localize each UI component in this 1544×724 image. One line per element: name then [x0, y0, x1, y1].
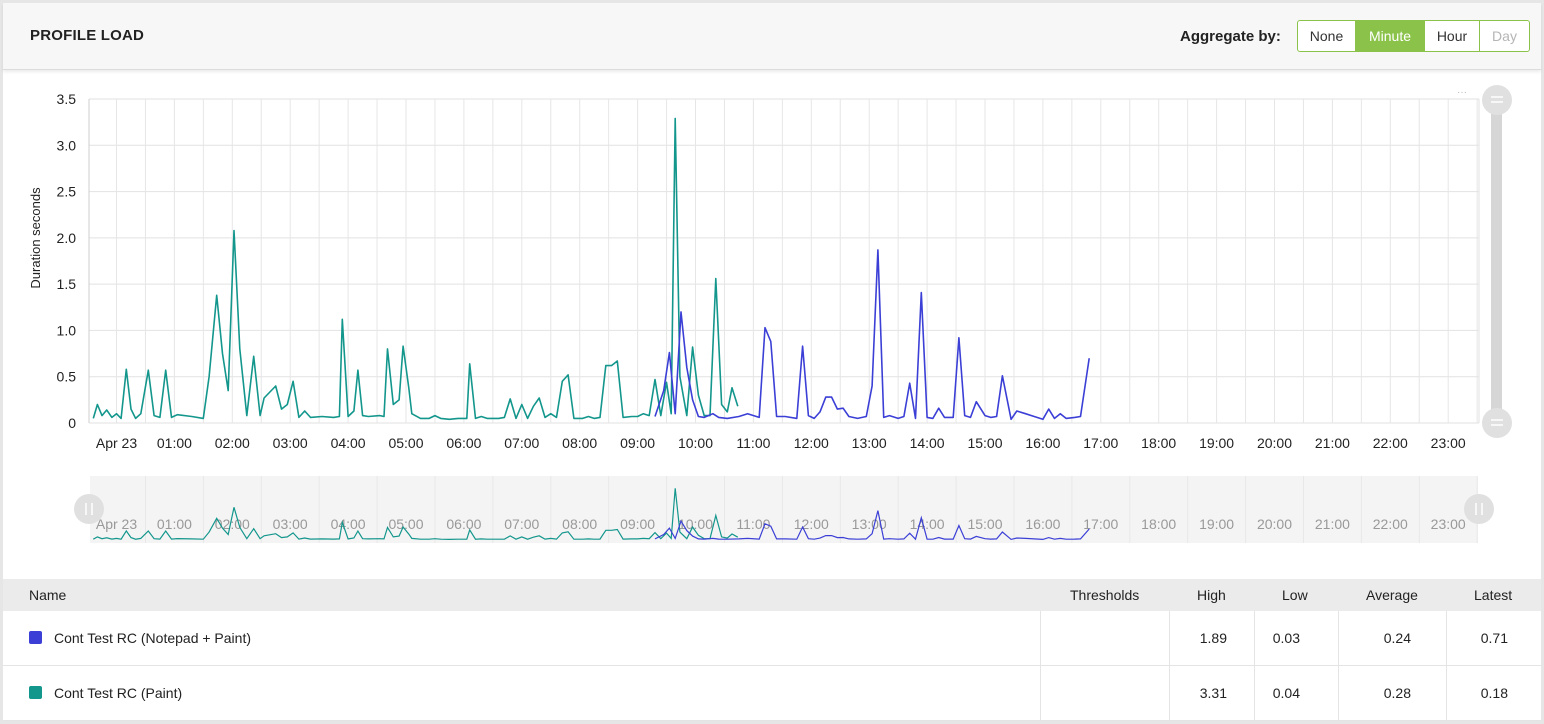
x-tick-label: 06:00	[446, 435, 481, 451]
x-tick-label: 16:00	[1025, 435, 1060, 451]
panel-header: PROFILE LOAD Aggregate by: None Minute H…	[3, 3, 1541, 70]
series-line	[654, 249, 1090, 421]
navigator-tick-label: 07:00	[504, 516, 539, 532]
x-tick-label: 11:00	[736, 435, 770, 451]
x-tick-label: Apr 23	[96, 435, 137, 451]
x-tick-label: 10:00	[678, 435, 713, 451]
y-axis-label: Duration seconds	[28, 187, 43, 289]
series-stats-table: Name Thresholds High Low Average Latest …	[3, 579, 1541, 721]
high-value: 3.31	[1199, 685, 1227, 701]
x-tick-label: 09:00	[620, 435, 655, 451]
more-options-icon[interactable]: ···	[1457, 87, 1467, 98]
navigator-tick-label: 23:00	[1431, 516, 1466, 532]
x-tick-label: 08:00	[562, 435, 597, 451]
x-tick-label: 19:00	[1199, 435, 1234, 451]
y-tick-label: 0.5	[57, 369, 77, 385]
x-tick-label: 03:00	[273, 435, 308, 451]
series-line	[92, 117, 739, 421]
series-color-swatch	[29, 686, 42, 699]
col-high-header[interactable]: High	[1197, 587, 1226, 603]
x-tick-label: 12:00	[794, 435, 829, 451]
navigator-right-handle[interactable]	[1464, 494, 1494, 524]
series-color-swatch	[29, 631, 42, 644]
col-latest-header[interactable]: Latest	[1474, 587, 1512, 603]
navigator-tick-label: 18:00	[1141, 516, 1176, 532]
y-tick-label: 1.0	[57, 322, 77, 338]
x-tick-label: 01:00	[157, 435, 192, 451]
aggregate-minute-button[interactable]: Minute	[1356, 21, 1425, 51]
low-value: 0.03	[1272, 630, 1300, 646]
navigator-tick-label: 19:00	[1199, 516, 1234, 532]
navigator-tick-label: 20:00	[1257, 516, 1292, 532]
navigator-tick-label: 12:00	[794, 516, 829, 532]
y-tick-label: 1.5	[57, 276, 77, 292]
col-thresholds-header[interactable]: Thresholds	[1070, 587, 1139, 603]
navigator-tick-label: 16:00	[1025, 516, 1060, 532]
latest-value: 0.71	[1480, 630, 1508, 646]
chart-grid	[88, 98, 1480, 424]
vertical-range-track[interactable]	[1491, 103, 1502, 423]
vertical-range-top-handle[interactable]	[1482, 85, 1512, 115]
vertical-range-bottom-handle[interactable]	[1482, 408, 1512, 438]
x-tick-label: 21:00	[1315, 435, 1350, 451]
profile-load-panel: PROFILE LOAD Aggregate by: None Minute H…	[3, 3, 1541, 721]
navigator-background[interactable]	[90, 476, 1478, 543]
col-average-header[interactable]: Average	[1366, 587, 1418, 603]
duration-chart: 0 0.5 1.0 1.5 2.0 2.5 3.0 3.5 Apr 23 01:00 02:00 0…	[28, 85, 1512, 543]
x-axis-ticks: Apr 23 01:00 02:00 03:00 04:00 05:00 06:00 07:0…	[96, 435, 1466, 451]
y-tick-label: 0	[68, 415, 76, 431]
aggregate-none-button[interactable]: None	[1298, 21, 1356, 51]
x-tick-label: 15:00	[967, 435, 1002, 451]
navigator-tick-label: 01:00	[157, 516, 192, 532]
latest-value: 0.18	[1480, 685, 1508, 701]
x-tick-label: 07:00	[504, 435, 539, 451]
y-tick-label: 2.0	[57, 230, 77, 246]
navigator-tick-label: 04:00	[331, 516, 366, 532]
navigator-tick-label: 03:00	[273, 516, 308, 532]
navigator-tick-label: 08:00	[562, 516, 597, 532]
navigator-tick-label: 06:00	[446, 516, 481, 532]
table-header: Name Thresholds High Low Average Latest	[3, 579, 1541, 611]
aggregate-hour-button[interactable]: Hour	[1425, 21, 1480, 51]
x-tick-label: 22:00	[1373, 435, 1408, 451]
y-axis-ticks: 0 0.5 1.0 1.5 2.0 2.5 3.0 3.5	[57, 91, 77, 431]
x-tick-label: 02:00	[215, 435, 250, 451]
average-value: 0.28	[1383, 685, 1411, 701]
chart-series	[92, 117, 1090, 421]
low-value: 0.04	[1272, 685, 1300, 701]
x-tick-label: 20:00	[1257, 435, 1292, 451]
x-tick-label: 18:00	[1141, 435, 1176, 451]
high-value: 1.89	[1199, 630, 1227, 646]
table-row[interactable]: Cont Test RC (Notepad + Paint) 1.89 0.03…	[3, 611, 1541, 666]
series-name: Cont Test RC (Paint)	[54, 685, 183, 701]
navigator-tick-label: 05:00	[388, 516, 423, 532]
navigator-tick-label: 21:00	[1315, 516, 1350, 532]
vertical-scroll-range: ···	[1457, 85, 1512, 438]
navigator-left-handle[interactable]	[74, 494, 104, 524]
time-navigator: Apr 23 01:00 02:00 03:00 04:00 05:00 06:00 07:0…	[74, 476, 1494, 543]
x-tick-label: 05:00	[388, 435, 423, 451]
x-tick-label: 14:00	[910, 435, 945, 451]
aggregate-button-group: None Minute Hour Day	[1297, 20, 1530, 52]
average-value: 0.24	[1383, 630, 1411, 646]
navigator-tick-label: 15:00	[967, 516, 1002, 532]
x-tick-label: 13:00	[852, 435, 887, 451]
series-name: Cont Test RC (Notepad + Paint)	[54, 630, 252, 646]
navigator-tick-label: 09:00	[620, 516, 655, 532]
x-tick-label: 23:00	[1431, 435, 1466, 451]
navigator-tick-label: 22:00	[1373, 516, 1408, 532]
x-tick-label: 17:00	[1083, 435, 1118, 451]
y-tick-label: 2.5	[57, 184, 77, 200]
y-tick-label: 3.5	[57, 91, 77, 107]
navigator-tick-label: Apr 23	[96, 516, 137, 532]
aggregate-day-button[interactable]: Day	[1480, 21, 1529, 51]
y-tick-label: 3.0	[57, 137, 77, 153]
col-name-header[interactable]: Name	[29, 587, 66, 603]
col-low-header[interactable]: Low	[1282, 587, 1308, 603]
x-tick-label: 04:00	[331, 435, 366, 451]
page-title: PROFILE LOAD	[30, 27, 145, 44]
table-row[interactable]: Cont Test RC (Paint) 3.31 0.04 0.28 0.18	[3, 666, 1541, 721]
navigator-tick-label: 14:00	[910, 516, 945, 532]
aggregate-label: Aggregate by:	[1180, 28, 1281, 45]
